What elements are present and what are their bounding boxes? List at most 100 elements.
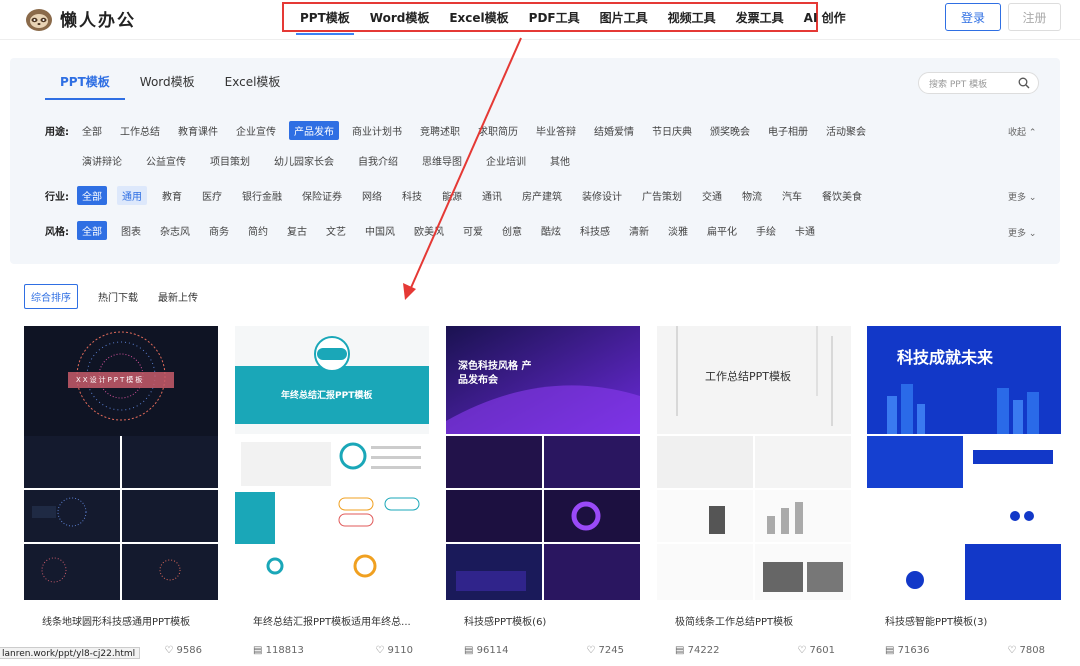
sort-comprehensive[interactable]: 综合排序 — [24, 284, 78, 309]
like-count[interactable]: ♡ 7245 — [586, 645, 624, 656]
template-title[interactable]: 极简线条工作总结PPT模板 — [675, 613, 835, 628]
collapse-toggle[interactable]: 收起 ⌃ — [1008, 125, 1036, 138]
sort-popular[interactable]: 热门下载 — [98, 289, 138, 304]
like-count[interactable]: ♡ 7601 — [797, 645, 835, 656]
topnav-ai[interactable]: AI 创作 — [804, 9, 846, 26]
filter-option-industry[interactable]: 房产建筑 — [517, 186, 567, 205]
filter-option-style[interactable]: 全部 — [77, 221, 107, 240]
download-value: 96114 — [476, 645, 509, 656]
filter-option-usage[interactable]: 全部 — [77, 121, 107, 140]
template-title[interactable]: 科技感PPT模板(6) — [464, 613, 624, 628]
filter-option-industry[interactable]: 科技 — [397, 186, 427, 205]
topnav-word[interactable]: Word模板 — [370, 9, 430, 26]
search-input[interactable]: 搜索 PPT 模板 — [918, 72, 1039, 94]
topnav-invoice[interactable]: 发票工具 — [736, 9, 784, 26]
template-title[interactable]: 年终总结汇报PPT模板适用年终总... — [253, 613, 413, 628]
topnav-video[interactable]: 视频工具 — [668, 9, 716, 26]
filter-option-style[interactable]: 手绘 — [751, 221, 781, 240]
template-card[interactable]: XX设计PPT模板 线条地球圆形科技感通用PPT模板 ♡ 9586 — [24, 326, 218, 666]
filter-option-style[interactable]: 科技感 — [575, 221, 615, 240]
filter-option-industry[interactable]: 汽车 — [777, 186, 807, 205]
filter-option-usage[interactable]: 项目策划 — [205, 151, 255, 170]
template-title[interactable]: 线条地球圆形科技感通用PPT模板 — [42, 613, 202, 628]
filter-option-industry[interactable]: 通讯 — [477, 186, 507, 205]
like-count[interactable]: ♡ 7808 — [1007, 645, 1045, 656]
filter-option-usage[interactable]: 电子相册 — [763, 121, 813, 140]
filter-option-style[interactable]: 复古 — [282, 221, 312, 240]
register-button[interactable]: 注册 — [1008, 3, 1061, 31]
filter-option-usage[interactable]: 其他 — [545, 151, 575, 170]
template-thumbnail[interactable]: 深色科技风格 产品发布会 — [446, 326, 640, 600]
filter-option-industry[interactable]: 保险证券 — [297, 186, 347, 205]
filter-option-industry[interactable]: 医疗 — [197, 186, 227, 205]
filter-option-industry[interactable]: 广告策划 — [637, 186, 687, 205]
topnav-excel[interactable]: Excel模板 — [449, 9, 508, 26]
filter-option-usage[interactable]: 企业宣传 — [231, 121, 281, 140]
topnav-pdf[interactable]: PDF工具 — [529, 9, 580, 26]
filter-option-style[interactable]: 文艺 — [321, 221, 351, 240]
like-count[interactable]: ♡ 9586 — [164, 645, 202, 656]
filter-option-style[interactable]: 简约 — [243, 221, 273, 240]
filter-option-style[interactable]: 淡雅 — [663, 221, 693, 240]
filter-option-usage[interactable]: 结婚爱情 — [589, 121, 639, 140]
filter-row-style: 风格: 全部 图表 杂志风 商务 简约 复古 文艺 中国风 欧美风 可爱 创意 酷炫 科技感 清新 淡雅 扁平… — [45, 221, 829, 240]
filter-option-usage[interactable]: 企业培训 — [481, 151, 531, 170]
template-thumbnail[interactable]: XX设计PPT模板 — [24, 326, 218, 600]
filter-option-usage[interactable]: 节日庆典 — [647, 121, 697, 140]
topnav-ppt[interactable]: PPT模板 — [296, 9, 354, 35]
filter-option-style[interactable]: 酷炫 — [536, 221, 566, 240]
login-button[interactable]: 登录 — [945, 3, 1001, 31]
filter-option-industry[interactable]: 银行金融 — [237, 186, 287, 205]
filter-option-usage[interactable]: 颁奖晚会 — [705, 121, 755, 140]
filter-option-style[interactable]: 杂志风 — [155, 221, 195, 240]
topnav-image[interactable]: 图片工具 — [600, 9, 648, 26]
template-card[interactable]: 年终总结汇报PPT模板 年终总结汇报PPT模板适用年终总... ▤ 118813… — [235, 326, 429, 666]
tab-word[interactable]: Word模板 — [125, 74, 210, 100]
filter-option-industry[interactable]: 通用 — [117, 186, 147, 205]
template-thumbnail[interactable]: 工作总结PPT模板 — [657, 326, 851, 600]
style-more[interactable]: 更多 ⌄ — [1008, 226, 1036, 239]
filter-option-usage[interactable]: 商业计划书 — [347, 121, 407, 140]
filter-option-industry[interactable]: 能源 — [437, 186, 467, 205]
filter-option-usage[interactable]: 公益宣传 — [141, 151, 191, 170]
filter-option-usage[interactable]: 教育课件 — [173, 121, 223, 140]
like-count[interactable]: ♡ 9110 — [375, 645, 413, 656]
filter-option-usage[interactable]: 幼儿园家长会 — [269, 151, 339, 170]
filter-option-usage[interactable]: 演讲辩论 — [77, 151, 127, 170]
template-card[interactable]: 工作总结PPT模板 极简线条工作总结PPT模板 ▤ 74222 ♡ 7601 — [657, 326, 851, 666]
filter-option-style[interactable]: 商务 — [204, 221, 234, 240]
filter-option-industry[interactable]: 全部 — [77, 186, 107, 205]
logo[interactable]: 懒人办公 — [24, 4, 136, 32]
filter-option-usage[interactable]: 思维导图 — [417, 151, 467, 170]
filter-option-style[interactable]: 创意 — [497, 221, 527, 240]
filter-option-style[interactable]: 扁平化 — [702, 221, 742, 240]
filter-option-usage[interactable]: 自我介绍 — [353, 151, 403, 170]
filter-option-usage[interactable]: 工作总结 — [115, 121, 165, 140]
template-title[interactable]: 科技感智能PPT模板(3) — [885, 613, 1045, 628]
filter-option-industry[interactable]: 物流 — [737, 186, 767, 205]
filter-option-industry[interactable]: 教育 — [157, 186, 187, 205]
filter-option-usage[interactable]: 求职简历 — [473, 121, 523, 140]
filter-option-style[interactable]: 中国风 — [360, 221, 400, 240]
filter-option-style[interactable]: 欧美风 — [409, 221, 449, 240]
sort-newest[interactable]: 最新上传 — [158, 289, 198, 304]
template-thumbnail[interactable]: 科技成就未来 — [867, 326, 1061, 600]
industry-more[interactable]: 更多 ⌄ — [1008, 190, 1036, 203]
filter-option-style[interactable]: 图表 — [116, 221, 146, 240]
filter-option-style[interactable]: 清新 — [624, 221, 654, 240]
filter-option-usage[interactable]: 活动聚会 — [821, 121, 871, 140]
filter-option-style[interactable]: 可爱 — [458, 221, 488, 240]
filter-option-industry[interactable]: 交通 — [697, 186, 727, 205]
template-card[interactable]: 科技成就未来 科技感智能PPT模板(3) ▤ 71636 ♡ 7808 — [867, 326, 1061, 666]
template-thumbnail[interactable]: 年终总结汇报PPT模板 — [235, 326, 429, 600]
tab-excel[interactable]: Excel模板 — [210, 74, 296, 100]
filter-option-usage[interactable]: 产品发布 — [289, 121, 339, 140]
tab-ppt[interactable]: PPT模板 — [45, 74, 125, 100]
filter-option-industry[interactable]: 网络 — [357, 186, 387, 205]
filter-option-usage[interactable]: 竞聘述职 — [415, 121, 465, 140]
template-card[interactable]: 深色科技风格 产品发布会 科技感PPT模板(6) ▤ 96114 ♡ 7245 — [446, 326, 640, 666]
filter-option-usage[interactable]: 毕业答辩 — [531, 121, 581, 140]
filter-option-industry[interactable]: 餐饮美食 — [817, 186, 867, 205]
filter-option-style[interactable]: 卡通 — [790, 221, 820, 240]
filter-option-industry[interactable]: 装修设计 — [577, 186, 627, 205]
